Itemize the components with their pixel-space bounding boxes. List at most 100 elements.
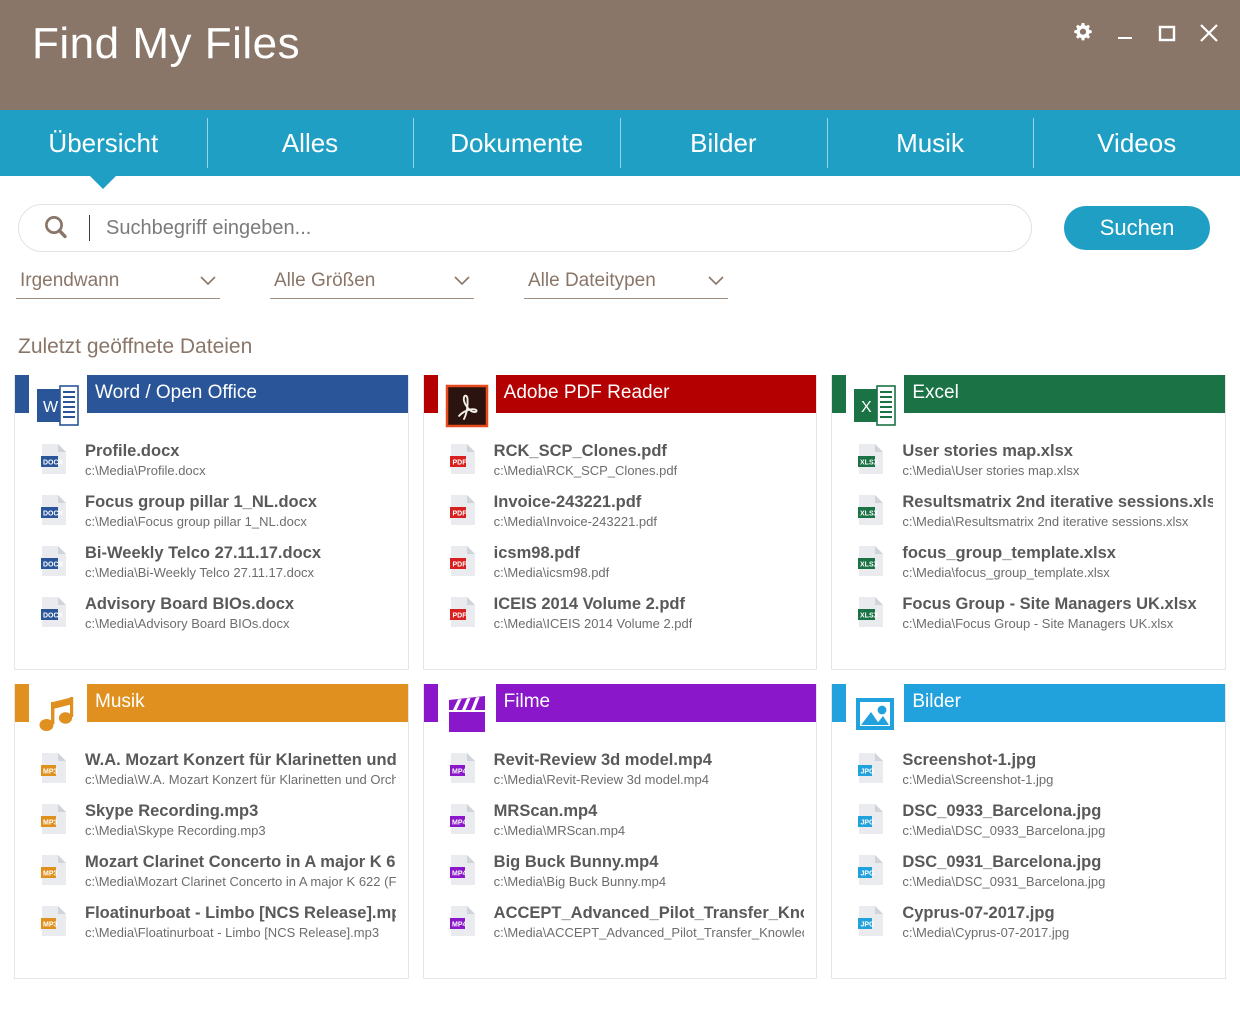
list-item[interactable]: XLSX focus_group_template.xlsx c:\Media\…: [832, 543, 1225, 594]
jpg-file-icon: JPG: [858, 752, 884, 784]
svg-text:X: X: [861, 399, 872, 416]
search-button[interactable]: Suchen: [1064, 206, 1210, 250]
docx-file-icon: DOCX: [41, 545, 67, 577]
filter-value: Alle Dateitypen: [528, 270, 656, 292]
pdf-file-icon: PDF: [450, 596, 476, 628]
window-controls: [1070, 20, 1222, 46]
pdf-file-icon: PDF: [450, 545, 476, 577]
search-box[interactable]: [18, 204, 1032, 252]
tab-label: Alles: [282, 128, 338, 159]
svg-text:DOCX: DOCX: [43, 511, 64, 518]
svg-text:JPG: JPG: [861, 922, 876, 929]
list-item[interactable]: PDF Invoice-243221.pdf c:\Media\Invoice-…: [424, 492, 817, 543]
file-list: JPG Screenshot-1.jpg c:\Media\Screenshot…: [832, 722, 1225, 954]
file-path: c:\Media\Screenshot-1.jpg: [902, 772, 1053, 787]
file-name: ACCEPT_Advanced_Pilot_Transfer_Knowle...: [494, 904, 805, 922]
svg-text:MP4: MP4: [452, 769, 467, 776]
file-path: c:\Media\Advisory Board BIOs.docx: [85, 616, 289, 631]
list-item[interactable]: DOCX Profile.docx c:\Media\Profile.docx: [15, 441, 408, 492]
pdf-icon: [444, 383, 490, 429]
tab-dokumente[interactable]: Dokumente: [413, 110, 620, 176]
list-item[interactable]: MP3 Floatinurboat - Limbo [NCS Release].…: [15, 903, 408, 954]
card-title: Musik: [95, 691, 145, 713]
svg-text:XLSX: XLSX: [860, 613, 879, 620]
file-path: c:\Media\W.A. Mozart Konzert für Klarine…: [85, 772, 396, 787]
list-item[interactable]: JPG DSC_0933_Barcelona.jpg c:\Media\DSC_…: [832, 801, 1225, 852]
list-item[interactable]: XLSX User stories map.xlsx c:\Media\User…: [832, 441, 1225, 492]
clapperboard-icon: [444, 692, 490, 738]
list-item[interactable]: MP3 W.A. Mozart Konzert für Klarinetten …: [15, 750, 408, 801]
filter-filetype[interactable]: Alle Dateitypen: [524, 270, 728, 299]
svg-text:XLSX: XLSX: [860, 460, 879, 467]
list-item[interactable]: DOCX Advisory Board BIOs.docx c:\Media\A…: [15, 594, 408, 645]
tab-alles[interactable]: Alles: [207, 110, 414, 176]
word-icon: W: [35, 383, 81, 429]
jpg-file-icon: JPG: [858, 854, 884, 886]
list-item[interactable]: XLSX Resultsmatrix 2nd iterative session…: [832, 492, 1225, 543]
file-name: MRScan.mp4: [494, 802, 598, 820]
file-path: c:\Media\Invoice-243221.pdf: [494, 514, 657, 529]
close-icon[interactable]: [1196, 20, 1222, 46]
list-item[interactable]: XLSX Focus Group - Site Managers UK.xlsx…: [832, 594, 1225, 645]
list-item[interactable]: MP4 Revit-Review 3d model.mp4 c:\Media\R…: [424, 750, 817, 801]
svg-text:JPG: JPG: [861, 871, 876, 878]
tab-bilder[interactable]: Bilder: [620, 110, 827, 176]
mp4-file-icon: MP4: [450, 854, 476, 886]
jpg-file-icon: JPG: [858, 803, 884, 835]
file-path: c:\Media\DSC_0933_Barcelona.jpg: [902, 823, 1105, 838]
docx-file-icon: DOCX: [41, 443, 67, 475]
text-cursor: [89, 215, 90, 241]
file-name: Bi-Weekly Telco 27.11.17.docx: [85, 544, 321, 562]
filter-size[interactable]: Alle Größen: [270, 270, 474, 299]
filter-date[interactable]: Irgendwann: [16, 270, 220, 299]
list-item[interactable]: MP3 Skype Recording.mp3 c:\Media\Skype R…: [15, 801, 408, 852]
list-item[interactable]: PDF ICEIS 2014 Volume 2.pdf c:\Media\ICE…: [424, 594, 817, 645]
file-path: c:\Media\ACCEPT_Advanced_Pilot_Transfer_…: [494, 925, 805, 940]
list-item[interactable]: MP4 ACCEPT_Advanced_Pilot_Transfer_Knowl…: [424, 903, 817, 954]
file-name: Profile.docx: [85, 442, 179, 460]
file-list: DOCX Profile.docx c:\Media\Profile.docx …: [15, 413, 408, 645]
svg-text:MP3: MP3: [43, 769, 58, 776]
list-item[interactable]: PDF icsm98.pdf c:\Media\icsm98.pdf: [424, 543, 817, 594]
svg-text:MP4: MP4: [452, 820, 467, 827]
list-item[interactable]: MP4 MRScan.mp4 c:\Media\MRScan.mp4: [424, 801, 817, 852]
file-path: c:\Media\Big Buck Bunny.mp4: [494, 874, 666, 889]
file-path: c:\Media\Profile.docx: [85, 463, 206, 478]
maximize-icon[interactable]: [1154, 20, 1180, 46]
title-bar: Find My Files: [0, 0, 1240, 110]
svg-text:JPG: JPG: [861, 820, 876, 827]
list-item[interactable]: DOCX Focus group pillar 1_NL.docx c:\Med…: [15, 492, 408, 543]
mp3-file-icon: MP3: [41, 752, 67, 784]
list-item[interactable]: JPG Screenshot-1.jpg c:\Media\Screenshot…: [832, 750, 1225, 801]
mp4-file-icon: MP4: [450, 752, 476, 784]
search-input[interactable]: [106, 211, 1031, 245]
list-item[interactable]: JPG Cyprus-07-2017.jpg c:\Media\Cyprus-0…: [832, 903, 1225, 954]
minimize-icon[interactable]: [1112, 20, 1138, 46]
card-excel: Excel X XLSX User stories map.xlsx c:\Me…: [831, 375, 1226, 670]
tab-musik[interactable]: Musik: [827, 110, 1034, 176]
list-item[interactable]: PDF RCK_SCP_Clones.pdf c:\Media\RCK_SCP_…: [424, 441, 817, 492]
list-item[interactable]: MP3 Mozart Clarinet Concerto in A major …: [15, 852, 408, 903]
gear-icon[interactable]: [1070, 20, 1096, 46]
file-path: c:\Media\icsm98.pdf: [494, 565, 610, 580]
svg-text:DOCX: DOCX: [43, 562, 64, 569]
file-name: RCK_SCP_Clones.pdf: [494, 442, 667, 460]
xlsx-file-icon: XLSX: [858, 545, 884, 577]
pdf-file-icon: PDF: [450, 443, 476, 475]
tab-videos[interactable]: Videos: [1033, 110, 1240, 176]
list-item[interactable]: MP4 Big Buck Bunny.mp4 c:\Media\Big Buck…: [424, 852, 817, 903]
file-name: DSC_0931_Barcelona.jpg: [902, 853, 1101, 871]
tab-uebersicht[interactable]: Übersicht: [0, 110, 207, 176]
list-item[interactable]: DOCX Bi-Weekly Telco 27.11.17.docx c:\Me…: [15, 543, 408, 594]
file-path: c:\Media\Floatinurboat - Limbo [NCS Rele…: [85, 925, 379, 940]
file-name: Big Buck Bunny.mp4: [494, 853, 659, 871]
file-path: c:\Media\Mozart Clarinet Concerto in A m…: [85, 874, 396, 889]
file-name: Focus group pillar 1_NL.docx: [85, 493, 317, 511]
card-pdf: Adobe PDF Reader PDF RCK_SCP_Clones.pdf …: [423, 375, 818, 670]
file-name: Skype Recording.mp3: [85, 802, 258, 820]
filter-row: Irgendwann Alle Größen Alle Dateitypen: [16, 270, 1240, 299]
file-name: Screenshot-1.jpg: [902, 751, 1036, 769]
file-list: MP3 W.A. Mozart Konzert für Klarinetten …: [15, 722, 408, 954]
file-name: W.A. Mozart Konzert für Klarinetten und.…: [85, 751, 396, 769]
list-item[interactable]: JPG DSC_0931_Barcelona.jpg c:\Media\DSC_…: [832, 852, 1225, 903]
